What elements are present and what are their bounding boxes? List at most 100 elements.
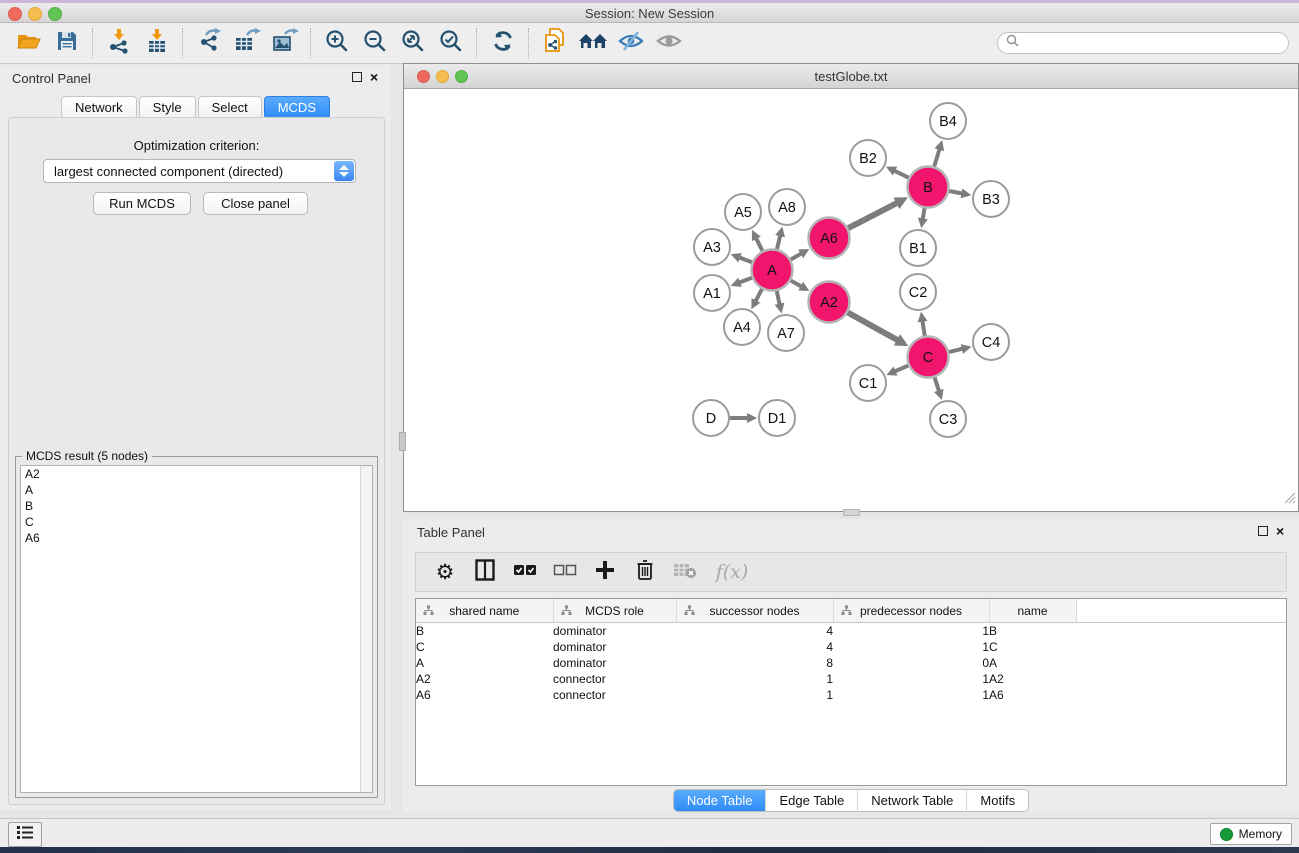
network-window-titlebar[interactable]: testGlobe.txt: [404, 64, 1298, 89]
graph-node-C2[interactable]: C2: [900, 274, 936, 310]
table-cell[interactable]: C: [989, 639, 1076, 655]
show-selected-button[interactable]: [650, 26, 688, 60]
table-cell[interactable]: A: [416, 655, 553, 671]
memory-button[interactable]: Memory: [1210, 823, 1292, 845]
graph-node-A1[interactable]: A1: [694, 275, 730, 311]
table-cell[interactable]: 1: [676, 687, 833, 703]
graph-edge-A-A3[interactable]: [738, 257, 752, 262]
graph-node-A5[interactable]: A5: [725, 194, 761, 230]
close-table-panel-button[interactable]: ×: [1276, 526, 1287, 537]
column-header-shared-name[interactable]: shared name: [416, 599, 553, 623]
network-view-window[interactable]: testGlobe.txt B4B2BB3A5A8A6A3AA1B1C2A4A7…: [403, 63, 1299, 512]
function-builder-button[interactable]: f(x): [712, 559, 752, 585]
graph-edge-A-A6[interactable]: [791, 253, 803, 260]
horizontal-split-handle[interactable]: [843, 509, 860, 516]
graph-node-C3[interactable]: C3: [930, 401, 966, 437]
table-cell[interactable]: 1: [676, 671, 833, 687]
graph-node-D1[interactable]: D1: [759, 400, 795, 436]
graph-edge-A-A1[interactable]: [738, 278, 752, 283]
mcds-result-item[interactable]: A6: [21, 530, 372, 546]
graph-edge-C-C1[interactable]: [894, 366, 909, 372]
table-cell[interactable]: A2: [416, 671, 553, 687]
table-cell[interactable]: 0: [833, 655, 989, 671]
graph-node-B4[interactable]: B4: [930, 103, 966, 139]
export-image-button[interactable]: [266, 26, 304, 60]
mcds-result-item[interactable]: B: [21, 498, 372, 514]
close-panel-button[interactable]: ×: [370, 72, 381, 83]
graph-node-B1[interactable]: B1: [900, 230, 936, 266]
graph-edge-A6-B[interactable]: [848, 202, 898, 228]
graph-edge-C-C2[interactable]: [922, 320, 924, 336]
search-input[interactable]: [1023, 33, 1288, 53]
table-row[interactable]: A2connector11A2: [416, 671, 1287, 687]
graph-node-C4[interactable]: C4: [973, 324, 1009, 360]
column-header-MCDS-role[interactable]: MCDS role: [553, 599, 676, 623]
table-cell[interactable]: 4: [676, 623, 833, 640]
tab-style[interactable]: Style: [139, 96, 196, 119]
add-column-button[interactable]: [592, 559, 618, 585]
mcds-result-item[interactable]: C: [21, 514, 372, 530]
app-titlebar[interactable]: Session: New Session: [0, 3, 1299, 23]
graph-edge-A-A8[interactable]: [777, 234, 781, 249]
scrollbar-track[interactable]: [360, 466, 372, 792]
graph-node-A3[interactable]: A3: [694, 229, 730, 265]
table-cell[interactable]: 1: [833, 671, 989, 687]
import-network-button[interactable]: [100, 26, 138, 60]
graph-node-A8[interactable]: A8: [769, 189, 805, 225]
zoom-selected-button[interactable]: [432, 26, 470, 60]
vertical-split-handle[interactable]: [399, 432, 406, 451]
task-history-button[interactable]: [8, 822, 42, 847]
tab-mcds[interactable]: MCDS: [264, 96, 330, 119]
deselect-all-columns-button[interactable]: [552, 559, 578, 585]
table-cell[interactable]: 4: [676, 639, 833, 655]
graph-edge-B-B2[interactable]: [893, 170, 908, 177]
graph-node-A4[interactable]: A4: [724, 309, 760, 345]
graph-node-C[interactable]: C: [908, 337, 949, 378]
graph-edge-C-C3[interactable]: [935, 377, 940, 392]
zoom-out-button[interactable]: [356, 26, 394, 60]
graph-edge-B-B3[interactable]: [949, 191, 963, 194]
delete-column-button[interactable]: [632, 559, 658, 585]
graph-edge-A-A7[interactable]: [777, 291, 780, 306]
import-table-button[interactable]: [138, 26, 176, 60]
table-cell[interactable]: 1: [833, 623, 989, 640]
tab-select[interactable]: Select: [198, 96, 262, 119]
graph-node-A7[interactable]: A7: [768, 315, 804, 351]
export-network-button[interactable]: [190, 26, 228, 60]
table-cell[interactable]: 1: [833, 687, 989, 703]
tab-network[interactable]: Network: [61, 96, 137, 119]
table-cell[interactable]: dominator: [553, 623, 676, 640]
table-cell[interactable]: A6: [989, 687, 1076, 703]
table-cell[interactable]: connector: [553, 687, 676, 703]
table-cell[interactable]: 1: [833, 639, 989, 655]
table-cell[interactable]: connector: [553, 671, 676, 687]
graph-edge-B-B4[interactable]: [934, 148, 940, 167]
table-cell[interactable]: C: [416, 639, 553, 655]
select-all-columns-button[interactable]: [512, 559, 538, 585]
duplicate-network-button[interactable]: [536, 26, 574, 60]
manage-columns-button[interactable]: [472, 559, 498, 585]
mcds-result-list[interactable]: A2ABCA6: [20, 465, 373, 793]
zoom-fit-button[interactable]: [394, 26, 432, 60]
close-panel-action-button[interactable]: Close panel: [203, 192, 308, 215]
graph-node-A6[interactable]: A6: [809, 218, 850, 259]
graph-edge-A2-C[interactable]: [848, 312, 899, 340]
tab-edge-table[interactable]: Edge Table: [766, 790, 858, 811]
show-all-networks-button[interactable]: [574, 26, 612, 60]
zoom-in-button[interactable]: [318, 26, 356, 60]
export-table-button[interactable]: [228, 26, 266, 60]
float-table-panel-button[interactable]: [1258, 526, 1269, 537]
network-canvas[interactable]: B4B2BB3A5A8A6A3AA1B1C2A4A7A2CC4C1C3DD1: [405, 89, 1297, 510]
tab-motifs[interactable]: Motifs: [967, 790, 1028, 811]
column-header-predecessor-nodes[interactable]: predecessor nodes: [833, 599, 989, 623]
table-cell[interactable]: A: [989, 655, 1076, 671]
table-settings-button[interactable]: ⚙: [432, 559, 458, 585]
column-header-name[interactable]: name: [989, 599, 1076, 623]
node-table[interactable]: shared nameMCDS rolesuccessor nodesprede…: [415, 598, 1287, 786]
graph-edge-A-A5[interactable]: [756, 237, 763, 251]
table-row[interactable]: Bdominator41B: [416, 623, 1287, 640]
table-cell[interactable]: A6: [416, 687, 553, 703]
table-row[interactable]: Adominator80A: [416, 655, 1287, 671]
mcds-result-item[interactable]: A2: [21, 466, 372, 482]
graph-edge-A-A2[interactable]: [791, 281, 803, 288]
